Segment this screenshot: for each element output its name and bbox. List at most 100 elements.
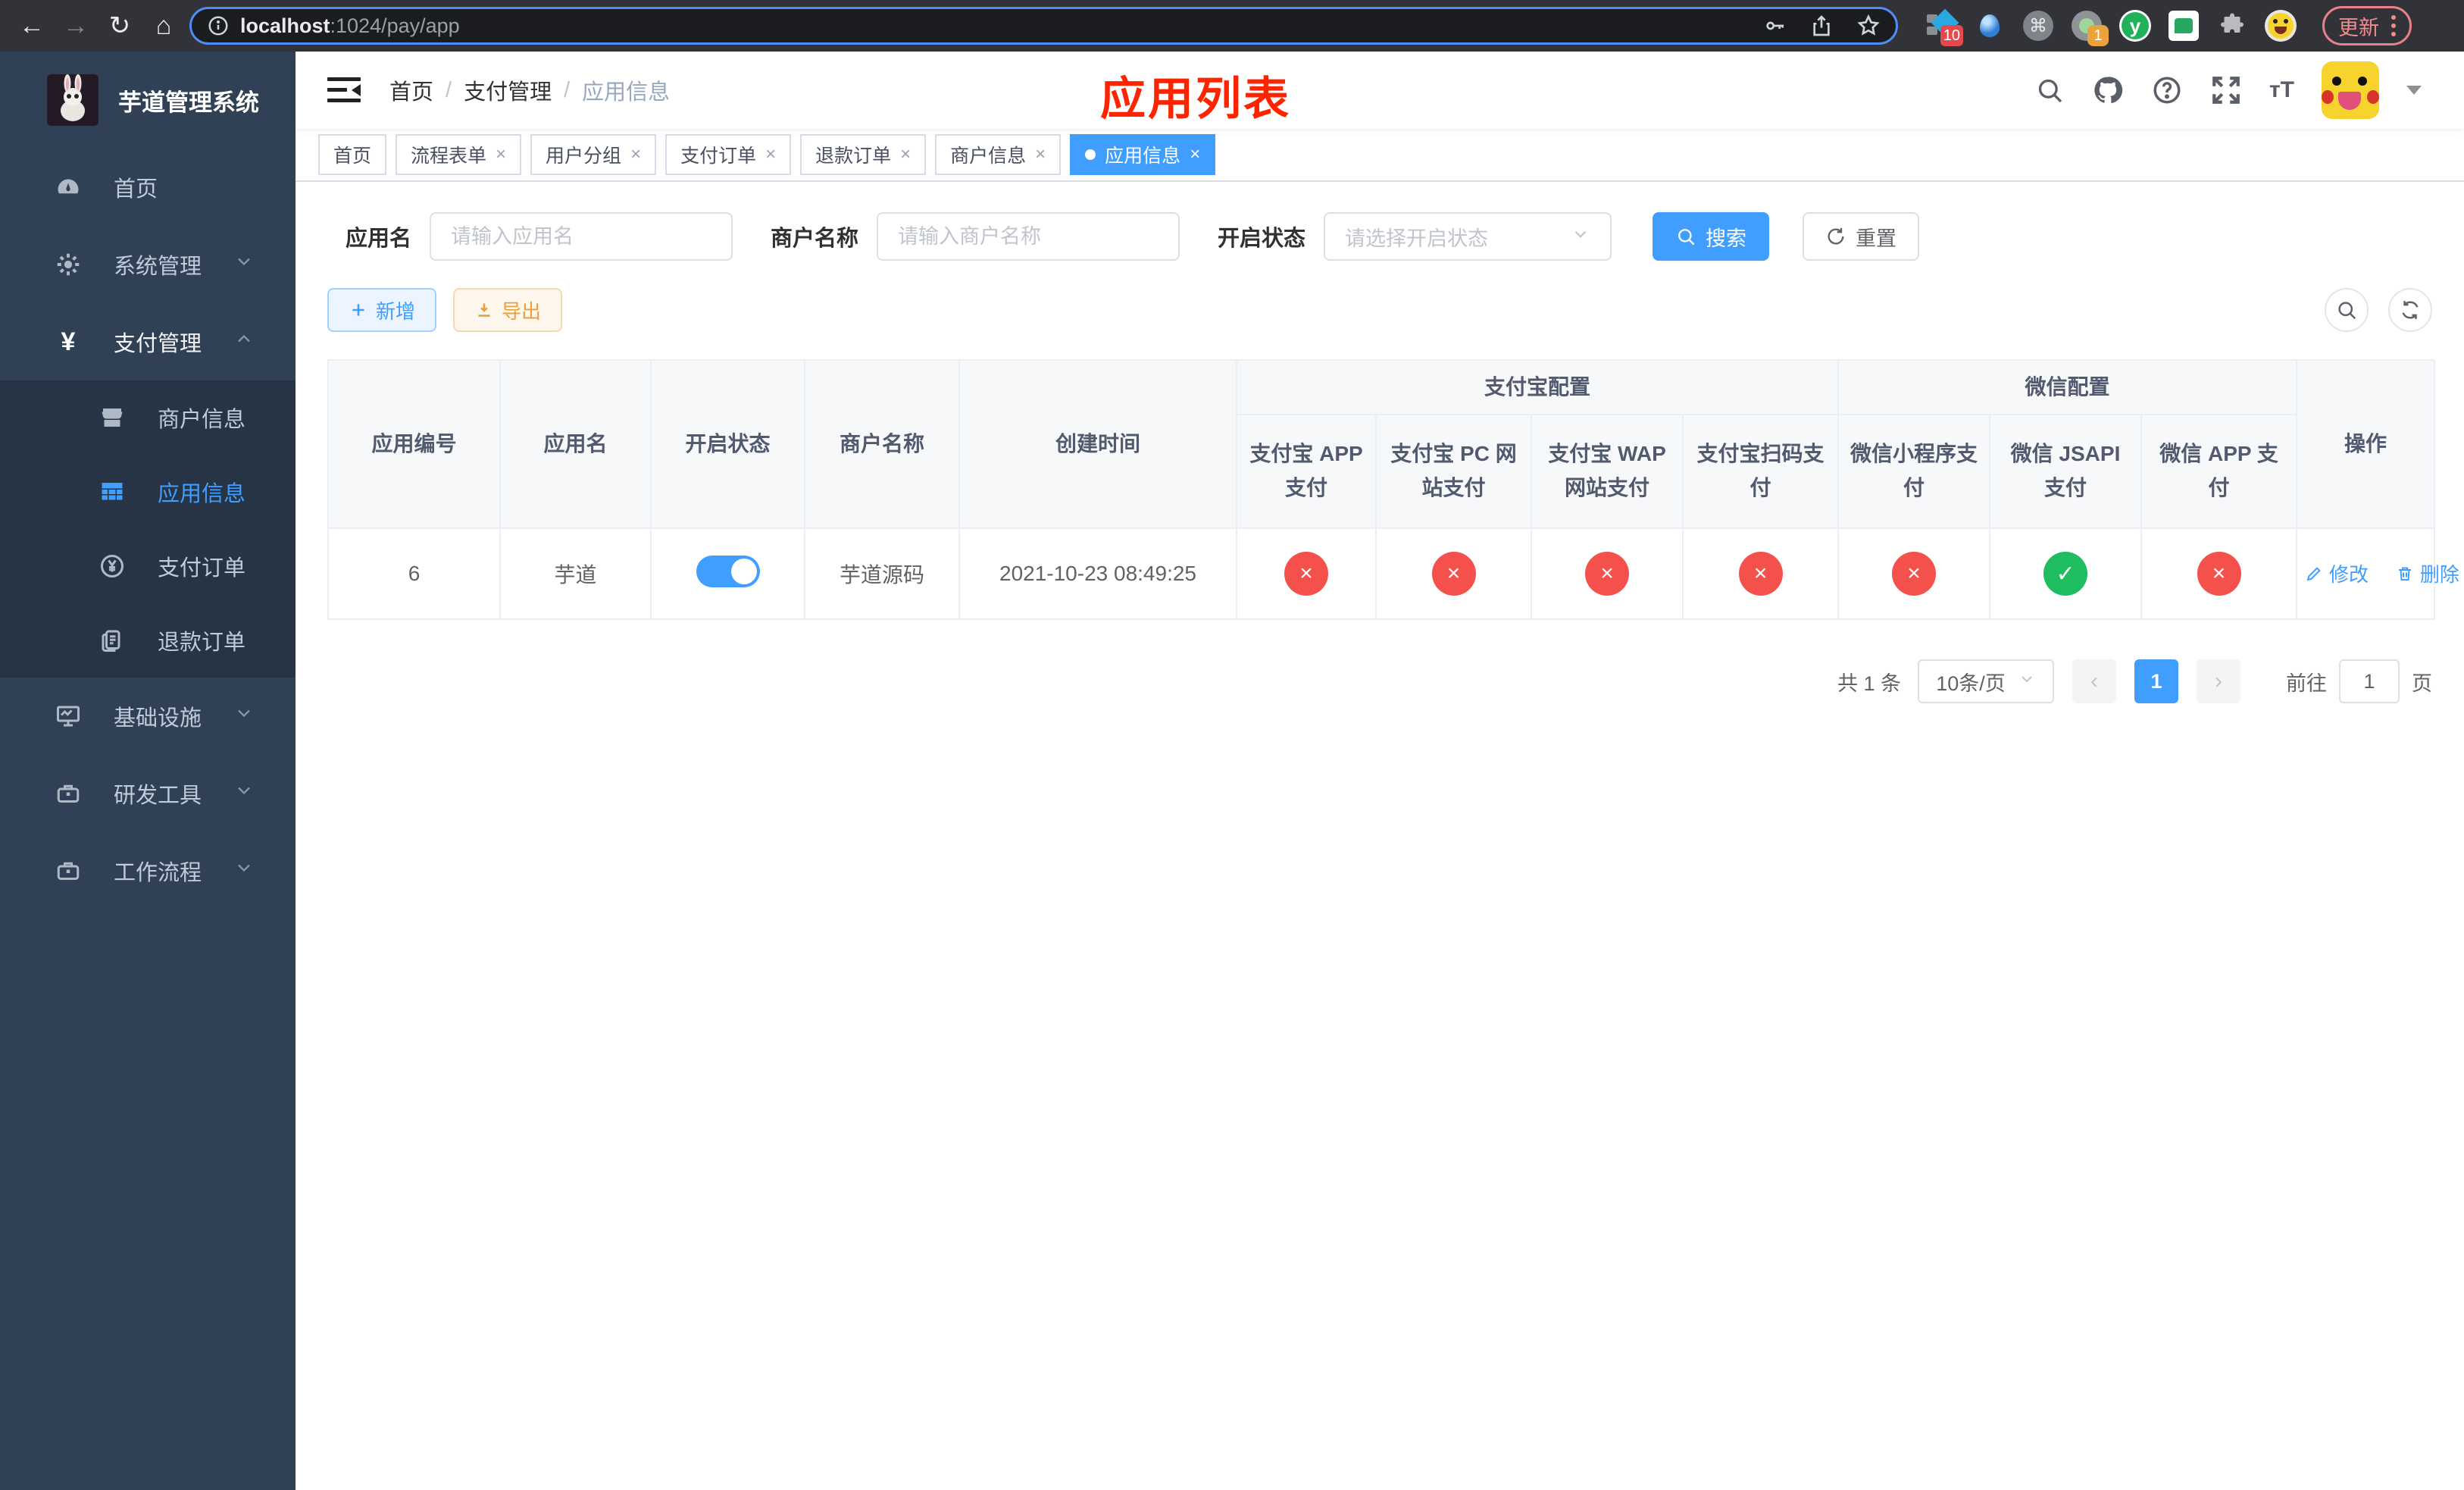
sidebar-item-pay[interactable]: ¥ 支付管理 xyxy=(0,303,295,380)
search-icon[interactable] xyxy=(2034,75,2065,105)
export-button[interactable]: 导出 xyxy=(453,288,563,332)
total-count: 共 1 条 xyxy=(1837,671,1901,695)
next-page-button[interactable]: › xyxy=(2197,659,2240,703)
browser-back-button[interactable]: ← xyxy=(14,8,50,44)
sidebar-item-home[interactable]: 首页 xyxy=(0,149,295,226)
site-info-icon[interactable] xyxy=(207,14,230,37)
browser-forward-button[interactable]: → xyxy=(58,8,94,44)
pagination: 共 1 条 10条/页 ‹ 1 › 前往 页 xyxy=(327,659,2432,703)
page-title-annotation: 应用列表 xyxy=(1100,74,1291,124)
browser-menu-icon[interactable] xyxy=(2391,15,2396,36)
url-text[interactable]: localhost:1024/pay/app xyxy=(240,14,1740,38)
address-bar[interactable]: localhost:1024/pay/app xyxy=(189,7,1898,45)
collapse-sidebar-icon[interactable] xyxy=(327,77,361,103)
status-select[interactable]: 请选择开启状态 xyxy=(1324,212,1612,261)
bookmark-star-icon[interactable] xyxy=(1856,14,1881,38)
tab-app-info-active[interactable]: 应用信息 × xyxy=(1070,134,1216,175)
tab-pay-order[interactable]: 支付订单 × xyxy=(665,134,792,175)
channel-status-icon[interactable]: × xyxy=(1738,552,1783,596)
group-alipay-config: 支付宝配置 xyxy=(1235,359,1840,415)
status-toggle[interactable] xyxy=(696,555,760,587)
channel-status-icon[interactable]: × xyxy=(1431,552,1476,596)
browser-update-button[interactable]: 更新 xyxy=(2322,6,2412,45)
reset-button[interactable]: 重置 xyxy=(1803,212,1920,261)
sidebar-item-workflow[interactable]: 工作流程 xyxy=(0,832,295,909)
goto-page-input[interactable] xyxy=(2339,659,2400,703)
extension-camera-icon[interactable]: 1 xyxy=(2071,10,2109,46)
sidebar-item-infra[interactable]: 基础设施 xyxy=(0,678,295,755)
sidebar-item-pay-order[interactable]: 支付订单 xyxy=(0,529,295,603)
browser-home-button[interactable]: ⌂ xyxy=(145,8,182,44)
password-key-icon[interactable] xyxy=(1762,14,1787,38)
search-button[interactable]: 搜索 xyxy=(1653,212,1770,261)
channel-status-icon[interactable]: × xyxy=(1585,552,1629,596)
extension-command-icon[interactable]: ⌘ xyxy=(2022,10,2054,42)
sidebar-item-system[interactable]: 系统管理 xyxy=(0,226,295,303)
chevron-down-icon xyxy=(233,703,255,730)
chevron-down-icon xyxy=(233,780,255,807)
close-icon[interactable]: × xyxy=(630,144,641,165)
font-size-icon[interactable]: ᴛT xyxy=(2269,77,2294,103)
tab-home[interactable]: 首页 xyxy=(318,134,387,175)
extension-tampermonkey-icon[interactable]: 10 xyxy=(1925,8,1963,46)
fullscreen-icon[interactable] xyxy=(2210,74,2242,106)
yen-icon: ¥ xyxy=(61,327,76,356)
sidebar-item-app-info[interactable]: 应用信息 xyxy=(0,455,295,529)
app-name-input[interactable] xyxy=(430,212,733,261)
channel-status-icon[interactable]: × xyxy=(1892,552,1937,596)
col-alipay-wap: 支付宝 WAP 网站支付 xyxy=(1531,414,1684,529)
extension-emoji-icon[interactable] xyxy=(2265,10,2297,42)
browser-reload-button[interactable]: ↻ xyxy=(102,8,138,44)
user-menu-caret-icon[interactable] xyxy=(2406,86,2422,95)
col-app-name: 应用名 xyxy=(499,359,652,529)
page-number-active[interactable]: 1 xyxy=(2134,659,2178,703)
sidebar-item-dev-tools[interactable]: 研发工具 xyxy=(0,755,295,832)
app-logo-row[interactable]: 芋道管理系统 xyxy=(0,52,295,149)
github-icon[interactable] xyxy=(2092,74,2124,106)
toggle-search-button[interactable] xyxy=(2325,288,2369,332)
add-button[interactable]: 新增 xyxy=(327,288,437,332)
breadcrumb-home[interactable]: 首页 xyxy=(389,74,433,106)
share-icon[interactable] xyxy=(1809,14,1834,38)
extension-pin-icon[interactable] xyxy=(1974,10,2006,42)
chevron-down-icon xyxy=(233,251,255,278)
close-icon[interactable]: × xyxy=(1190,144,1200,165)
sidebar-item-merchant-info[interactable]: 商户信息 xyxy=(0,380,295,455)
help-icon[interactable] xyxy=(2151,74,2183,106)
extension-chat-icon[interactable] xyxy=(2168,10,2200,42)
channel-status-icon[interactable]: × xyxy=(1284,552,1328,596)
tab-refund-order[interactable]: 退款订单 × xyxy=(800,134,927,175)
close-icon[interactable]: × xyxy=(900,144,911,165)
refresh-table-button[interactable] xyxy=(2388,288,2432,332)
tab-process-form[interactable]: 流程表单 × xyxy=(396,134,522,175)
app-logo xyxy=(47,74,98,126)
cell-app-id: 6 xyxy=(327,527,501,620)
delete-button[interactable]: 删除 xyxy=(2396,559,2459,587)
toolbox-icon xyxy=(53,780,83,807)
close-icon[interactable]: × xyxy=(765,144,776,165)
refresh-icon xyxy=(1828,227,1844,245)
merchant-name-label: 商户名称 xyxy=(771,227,859,251)
edit-button[interactable]: 修改 xyxy=(2305,559,2369,587)
extensions-puzzle-icon[interactable] xyxy=(2216,10,2248,42)
user-avatar[interactable] xyxy=(2322,61,2379,119)
prev-page-button[interactable]: ‹ xyxy=(2072,659,2116,703)
col-alipay-pc: 支付宝 PC 网站支付 xyxy=(1375,414,1532,529)
col-status: 开启状态 xyxy=(650,359,805,529)
page-content: 应用名 商户名称 开启状态 请选择开启状态 搜索 xyxy=(295,182,2464,1490)
channel-status-icon[interactable]: ✓ xyxy=(2043,552,2088,596)
close-icon[interactable]: × xyxy=(1035,144,1046,165)
tab-merchant-info[interactable]: 商户信息 × xyxy=(935,134,1062,175)
yen-circle-icon xyxy=(97,552,127,580)
top-navbar: 首页 / 支付管理 / 应用信息 应用列表 ᴛT xyxy=(295,52,2464,129)
channel-status-icon[interactable]: × xyxy=(2197,552,2241,596)
extension-yudao-icon[interactable]: y xyxy=(2119,10,2151,42)
page-size-select[interactable]: 10条/页 xyxy=(1918,659,2054,703)
col-alipay-app: 支付宝 APP 支付 xyxy=(1236,414,1377,529)
cell-app-name: 芋道 xyxy=(499,527,652,620)
breadcrumb-pay[interactable]: 支付管理 xyxy=(464,74,552,106)
merchant-name-input[interactable] xyxy=(877,212,1180,261)
tab-user-group[interactable]: 用户分组 × xyxy=(530,134,657,175)
close-icon[interactable]: × xyxy=(496,144,506,165)
sidebar-item-refund-order[interactable]: 退款订单 xyxy=(0,603,295,678)
